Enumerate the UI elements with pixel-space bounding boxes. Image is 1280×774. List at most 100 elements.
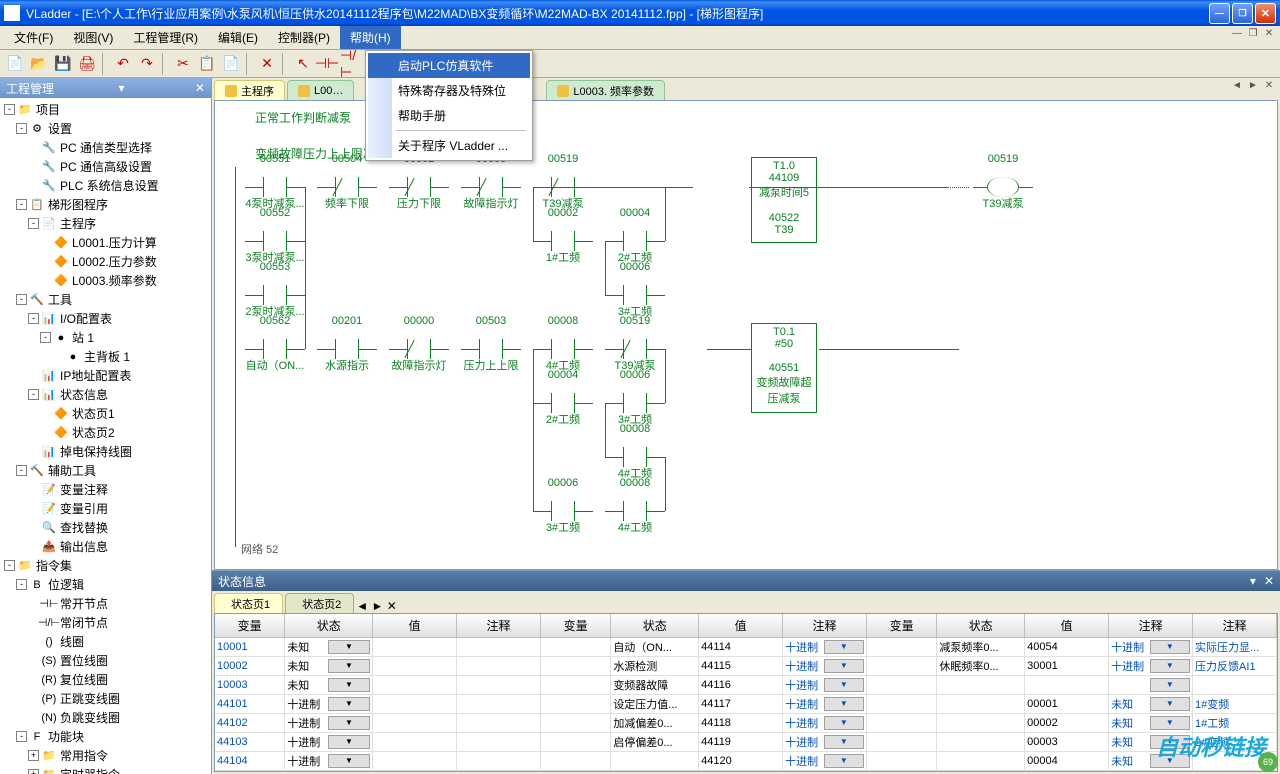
dropdown-arrow-icon[interactable]: ▼ bbox=[1150, 640, 1190, 654]
table-cell[interactable]: 十进制▼ bbox=[1109, 657, 1193, 675]
status-close-icon[interactable]: ✕ bbox=[1264, 574, 1274, 588]
column-header[interactable]: 注释 bbox=[457, 614, 541, 637]
table-cell[interactable] bbox=[937, 695, 1025, 713]
expand-icon[interactable]: - bbox=[16, 579, 27, 590]
column-header[interactable]: 变量 bbox=[867, 614, 937, 637]
column-header[interactable]: 变量 bbox=[541, 614, 611, 637]
tb-cut-icon[interactable]: ✂ bbox=[172, 53, 194, 75]
table-cell[interactable]: 00001 bbox=[1025, 695, 1109, 713]
table-cell[interactable]: 10001 bbox=[215, 638, 285, 656]
tab-l0003[interactable]: L0003. 频率参数 bbox=[546, 80, 665, 100]
table-cell[interactable] bbox=[1193, 676, 1277, 694]
table-cell[interactable]: 未知▼ bbox=[1109, 771, 1193, 772]
panel-pin-icon[interactable]: ▾ bbox=[118, 81, 124, 95]
table-cell[interactable]: 44104 bbox=[215, 752, 285, 770]
dropdown-arrow-icon[interactable]: ▼ bbox=[824, 735, 864, 749]
dropdown-arrow-icon[interactable]: ▼ bbox=[1150, 716, 1190, 730]
table-cell[interactable]: 2#变频 bbox=[1193, 733, 1277, 751]
status-tab-2[interactable]: 状态页2 bbox=[285, 593, 354, 613]
tree-node[interactable]: 📊IP地址配置表 bbox=[2, 366, 209, 385]
table-cell[interactable] bbox=[867, 695, 937, 713]
tb-open-icon[interactable]: 📂 bbox=[28, 53, 50, 75]
tb-save-icon[interactable]: 💾 bbox=[52, 53, 74, 75]
expand-icon[interactable]: - bbox=[16, 731, 27, 742]
dd-special-reg[interactable]: 特殊寄存器及特殊位 bbox=[368, 78, 530, 103]
table-cell[interactable] bbox=[373, 714, 457, 732]
tree-node[interactable]: -B位逻辑 bbox=[2, 575, 209, 594]
table-cell[interactable]: 十进制▼ bbox=[285, 695, 373, 713]
column-header[interactable]: 状态 bbox=[937, 614, 1025, 637]
doc-min-icon[interactable]: — bbox=[1230, 28, 1244, 42]
menu-help[interactable]: 帮助(H) bbox=[340, 26, 401, 49]
table-cell[interactable]: 十进制▼ bbox=[783, 714, 867, 732]
dropdown-arrow-icon[interactable]: ▼ bbox=[824, 697, 864, 711]
tb-pointer-icon[interactable]: ↖ bbox=[292, 53, 314, 75]
table-cell[interactable] bbox=[457, 638, 541, 656]
table-cell[interactable]: 1#变频 bbox=[1193, 695, 1277, 713]
table-cell[interactable] bbox=[1193, 752, 1277, 770]
column-header[interactable]: 注释 bbox=[783, 614, 867, 637]
dropdown-arrow-icon[interactable]: ▼ bbox=[328, 716, 370, 730]
table-cell[interactable]: 10002 bbox=[215, 657, 285, 675]
dropdown-arrow-icon[interactable]: ▼ bbox=[824, 716, 864, 730]
dropdown-arrow-icon[interactable]: ▼ bbox=[1150, 735, 1190, 749]
ladder-canvas[interactable]: 正常工作判断减泵变频故障压力上上限减泵005514泵时减泵...00504频率下… bbox=[214, 100, 1278, 570]
table-cell[interactable] bbox=[457, 771, 541, 772]
tree-node[interactable]: -📊状态信息 bbox=[2, 385, 209, 404]
table-cell[interactable]: 十进制▼ bbox=[285, 714, 373, 732]
tree-node[interactable]: 📝变量注释 bbox=[2, 480, 209, 499]
table-cell[interactable]: 十进制▼ bbox=[783, 638, 867, 656]
tab-prev-icon[interactable]: ◄ bbox=[1230, 80, 1244, 94]
tree-node[interactable]: ⊣/⊢常闭节点 bbox=[2, 613, 209, 632]
table-cell[interactable] bbox=[541, 695, 611, 713]
dropdown-arrow-icon[interactable]: ▼ bbox=[1150, 659, 1190, 673]
dropdown-arrow-icon[interactable]: ▼ bbox=[328, 754, 370, 768]
tb-undo-icon[interactable]: ↶ bbox=[112, 53, 134, 75]
table-cell[interactable] bbox=[373, 676, 457, 694]
dropdown-arrow-icon[interactable]: ▼ bbox=[328, 659, 370, 673]
tree-node[interactable]: -●站 1 bbox=[2, 328, 209, 347]
table-cell[interactable]: 44102 bbox=[215, 714, 285, 732]
table-cell[interactable] bbox=[457, 752, 541, 770]
table-cell[interactable]: 变频器故障 bbox=[611, 676, 699, 694]
table-cell[interactable] bbox=[867, 638, 937, 656]
tree-node[interactable]: ●主背板 1 bbox=[2, 347, 209, 366]
dropdown-arrow-icon[interactable]: ▼ bbox=[824, 659, 864, 673]
table-cell[interactable]: 44116 bbox=[699, 676, 783, 694]
table-cell[interactable] bbox=[373, 638, 457, 656]
table-cell[interactable]: 十进制▼ bbox=[783, 657, 867, 675]
status-tab-1[interactable]: 状态页1 bbox=[214, 593, 283, 613]
tab-main-program[interactable]: 主程序 bbox=[214, 80, 285, 100]
tree-node[interactable]: 🔶L0002.压力参数 bbox=[2, 252, 209, 271]
expand-icon[interactable]: - bbox=[4, 104, 15, 115]
table-cell[interactable]: 44118 bbox=[699, 714, 783, 732]
table-cell[interactable]: 未知▼ bbox=[285, 657, 373, 675]
column-header[interactable]: 值 bbox=[699, 614, 783, 637]
tree-node[interactable]: 🔶L0001.压力计算 bbox=[2, 233, 209, 252]
table-cell[interactable]: 44115 bbox=[699, 657, 783, 675]
close-button[interactable] bbox=[1255, 3, 1276, 24]
table-cell[interactable]: 十进制▼ bbox=[285, 733, 373, 751]
tab-prev-icon[interactable]: ◄ bbox=[356, 599, 368, 613]
table-cell[interactable] bbox=[541, 676, 611, 694]
dd-about[interactable]: 关于程序 VLadder ... bbox=[368, 133, 530, 158]
tree-node[interactable]: 🔧PC 通信高级设置 bbox=[2, 157, 209, 176]
tab-l00[interactable]: L00… bbox=[287, 80, 354, 100]
tab-next-icon[interactable]: ► bbox=[371, 599, 383, 613]
tb-paste-icon[interactable]: 📄 bbox=[220, 53, 242, 75]
tree-node[interactable]: -F功能块 bbox=[2, 727, 209, 746]
tree-node[interactable]: (N)负跳变线圈 bbox=[2, 708, 209, 727]
table-cell[interactable] bbox=[937, 733, 1025, 751]
table-cell[interactable]: 44121 bbox=[699, 771, 783, 772]
dropdown-arrow-icon[interactable]: ▼ bbox=[328, 678, 370, 692]
tree-node[interactable]: -📁指令集 bbox=[2, 556, 209, 575]
table-cell[interactable]: 十进制▼ bbox=[783, 695, 867, 713]
expand-icon[interactable]: - bbox=[4, 560, 15, 571]
table-cell[interactable] bbox=[541, 657, 611, 675]
tree-node[interactable]: -📁项目 bbox=[2, 100, 209, 119]
tb-copy-icon[interactable]: 📋 bbox=[196, 53, 218, 75]
table-cell[interactable]: 未知▼ bbox=[1109, 695, 1193, 713]
table-cell[interactable] bbox=[373, 657, 457, 675]
maximize-button[interactable] bbox=[1232, 3, 1253, 24]
table-cell[interactable]: 30001 bbox=[1025, 657, 1109, 675]
